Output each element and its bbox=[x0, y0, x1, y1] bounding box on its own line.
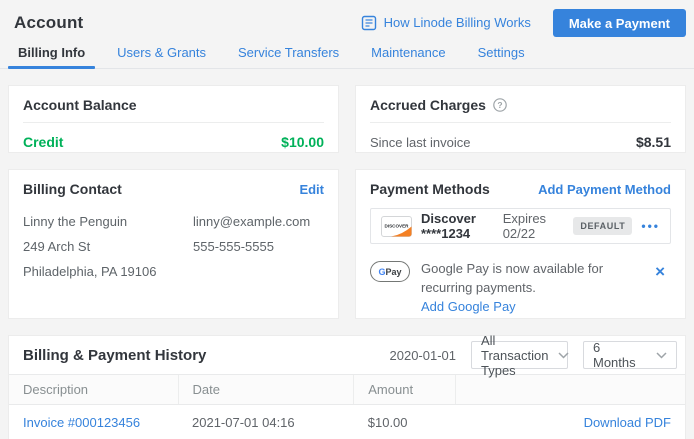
svg-text:?: ? bbox=[497, 100, 502, 110]
google-pay-notice: Google Pay is now available for recurrin… bbox=[421, 259, 638, 297]
contact-phone: 555-555-5555 bbox=[193, 234, 310, 259]
discover-card-icon: DISCOVER bbox=[381, 216, 412, 237]
chevron-down-icon bbox=[558, 352, 569, 359]
accrued-label: Since last invoice bbox=[370, 135, 470, 150]
column-header-description[interactable]: Description bbox=[9, 375, 178, 405]
contact-name: Linny the Penguin bbox=[23, 209, 193, 234]
google-pay-notice-row: G Pay Google Pay is now available for re… bbox=[370, 259, 671, 316]
page-title: Account bbox=[14, 13, 83, 33]
account-page: Account How Linode Billing Works Make a … bbox=[0, 0, 694, 439]
payment-methods-title: Payment Methods bbox=[370, 181, 490, 197]
range-select[interactable]: 6 Months bbox=[583, 341, 677, 369]
table-row: Invoice #000123456 2021-07-01 04:16 $10.… bbox=[9, 405, 685, 439]
history-table: Description Date Amount Invoice #0001234… bbox=[9, 374, 685, 439]
column-header-date[interactable]: Date bbox=[178, 375, 354, 405]
tab-maintenance[interactable]: Maintenance bbox=[361, 40, 455, 68]
account-balance-card: Account Balance Credit $10.00 bbox=[8, 85, 339, 153]
default-badge: DEFAULT bbox=[573, 217, 632, 235]
account-balance-title: Account Balance bbox=[23, 97, 324, 113]
contact-address-line1: 249 Arch St bbox=[23, 234, 193, 259]
contact-address-line2: Philadelphia, PA 19106 bbox=[23, 259, 193, 284]
more-options-icon[interactable]: ••• bbox=[641, 219, 660, 233]
transaction-type-select[interactable]: All Transaction Types bbox=[471, 341, 568, 369]
accrued-amount: $8.51 bbox=[636, 134, 671, 150]
payment-methods-card: Payment Methods Add Payment Method DISCO… bbox=[355, 169, 686, 319]
balance-amount: $10.00 bbox=[281, 134, 324, 150]
billing-history-card: Billing & Payment History 2020-01-01 All… bbox=[8, 335, 686, 439]
document-icon bbox=[361, 15, 377, 31]
accrued-charges-title: Accrued Charges bbox=[370, 97, 486, 113]
tab-users-grants[interactable]: Users & Grants bbox=[107, 40, 216, 68]
edit-contact-link[interactable]: Edit bbox=[299, 182, 324, 197]
add-google-pay-link[interactable]: Add Google Pay bbox=[421, 299, 516, 314]
contact-email: linny@example.com bbox=[193, 209, 310, 234]
help-icon[interactable]: ? bbox=[493, 98, 507, 112]
accrued-charges-card: Accrued Charges ? Since last invoice $8.… bbox=[355, 85, 686, 153]
invoice-link[interactable]: Invoice #000123456 bbox=[23, 415, 140, 430]
add-payment-method-link[interactable]: Add Payment Method bbox=[538, 182, 671, 197]
summary-cards-row: Account Balance Credit $10.00 Accrued Ch… bbox=[8, 85, 686, 153]
chevron-down-icon bbox=[656, 352, 667, 359]
payment-method-expiry: Expires 02/22 bbox=[503, 211, 557, 241]
divider bbox=[23, 122, 324, 123]
invoice-date: 2021-07-01 04:16 bbox=[178, 405, 354, 439]
invoice-amount: $10.00 bbox=[354, 405, 455, 439]
billing-contact-title: Billing Contact bbox=[23, 181, 122, 197]
tab-billing-info[interactable]: Billing Info bbox=[8, 40, 95, 68]
close-icon[interactable]: × bbox=[649, 259, 671, 284]
payment-method-name: Discover ****1234 bbox=[421, 211, 494, 241]
make-payment-button[interactable]: Make a Payment bbox=[553, 9, 686, 37]
detail-cards-row: Billing Contact Edit Linny the Penguin 2… bbox=[8, 169, 686, 319]
divider bbox=[370, 122, 671, 123]
billing-contact-card: Billing Contact Edit Linny the Penguin 2… bbox=[8, 169, 339, 319]
history-start-date[interactable]: 2020-01-01 bbox=[390, 348, 457, 363]
tab-service-transfers[interactable]: Service Transfers bbox=[228, 40, 349, 68]
google-pay-icon: G Pay bbox=[370, 261, 410, 282]
billing-history-title: Billing & Payment History bbox=[23, 347, 206, 364]
transaction-type-value: All Transaction Types bbox=[481, 333, 548, 378]
range-value: 6 Months bbox=[593, 340, 646, 370]
payment-method-row: DISCOVER Discover ****1234 Expires 02/22… bbox=[370, 208, 671, 244]
column-header-amount[interactable]: Amount bbox=[354, 375, 455, 405]
billing-docs-link[interactable]: How Linode Billing Works bbox=[361, 15, 531, 31]
download-pdf-link[interactable]: Download PDF bbox=[584, 415, 671, 430]
column-header-actions bbox=[455, 375, 685, 405]
svg-text:DISCOVER: DISCOVER bbox=[385, 223, 410, 228]
tab-settings[interactable]: Settings bbox=[468, 40, 535, 68]
account-tabs: Billing Info Users & Grants Service Tran… bbox=[0, 42, 694, 69]
page-header: Account How Linode Billing Works Make a … bbox=[0, 0, 694, 42]
billing-docs-link-label: How Linode Billing Works bbox=[384, 15, 531, 30]
balance-label: Credit bbox=[23, 134, 63, 150]
